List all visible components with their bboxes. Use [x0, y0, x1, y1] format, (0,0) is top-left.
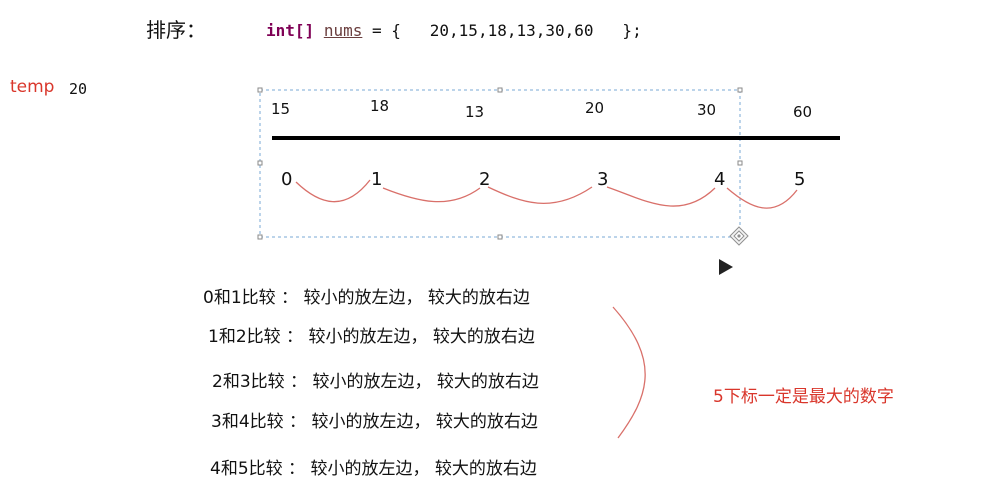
index-label: 2	[479, 169, 491, 190]
conclusion-note: 5下标一定是最大的数字	[713, 387, 894, 407]
index-label: 3	[597, 169, 609, 190]
rule-line: 2和3比较 ： 较小的放左边， 较大的放右边	[212, 372, 539, 392]
rule-line: 4和5比较 ： 较小的放左边， 较大的放右边	[210, 459, 537, 479]
move-handle-icon[interactable]	[729, 226, 749, 246]
index-label: 4	[714, 169, 726, 190]
array-value: 60	[793, 103, 813, 121]
rule-line: 0和1比较 ： 较小的放左边， 较大的放右边	[203, 288, 530, 308]
array-value: 20	[585, 99, 605, 117]
rule-line: 1和2比较 ： 较小的放左边， 较大的放右边	[208, 327, 535, 347]
rule-line: 3和4比较 ： 较小的放左边， 较大的放右边	[211, 412, 538, 432]
selection-handles[interactable]	[257, 87, 743, 240]
index-label: 1	[371, 169, 383, 190]
array-value: 15	[271, 100, 291, 118]
array-value: 13	[465, 103, 485, 121]
array-value: 18	[370, 97, 390, 115]
index-label: 5	[794, 169, 806, 190]
index-label: 0	[281, 169, 293, 190]
play-icon[interactable]	[719, 259, 733, 275]
group-bracket	[612, 306, 646, 439]
selection-frame[interactable]	[259, 89, 741, 238]
array-value: 30	[697, 101, 717, 119]
